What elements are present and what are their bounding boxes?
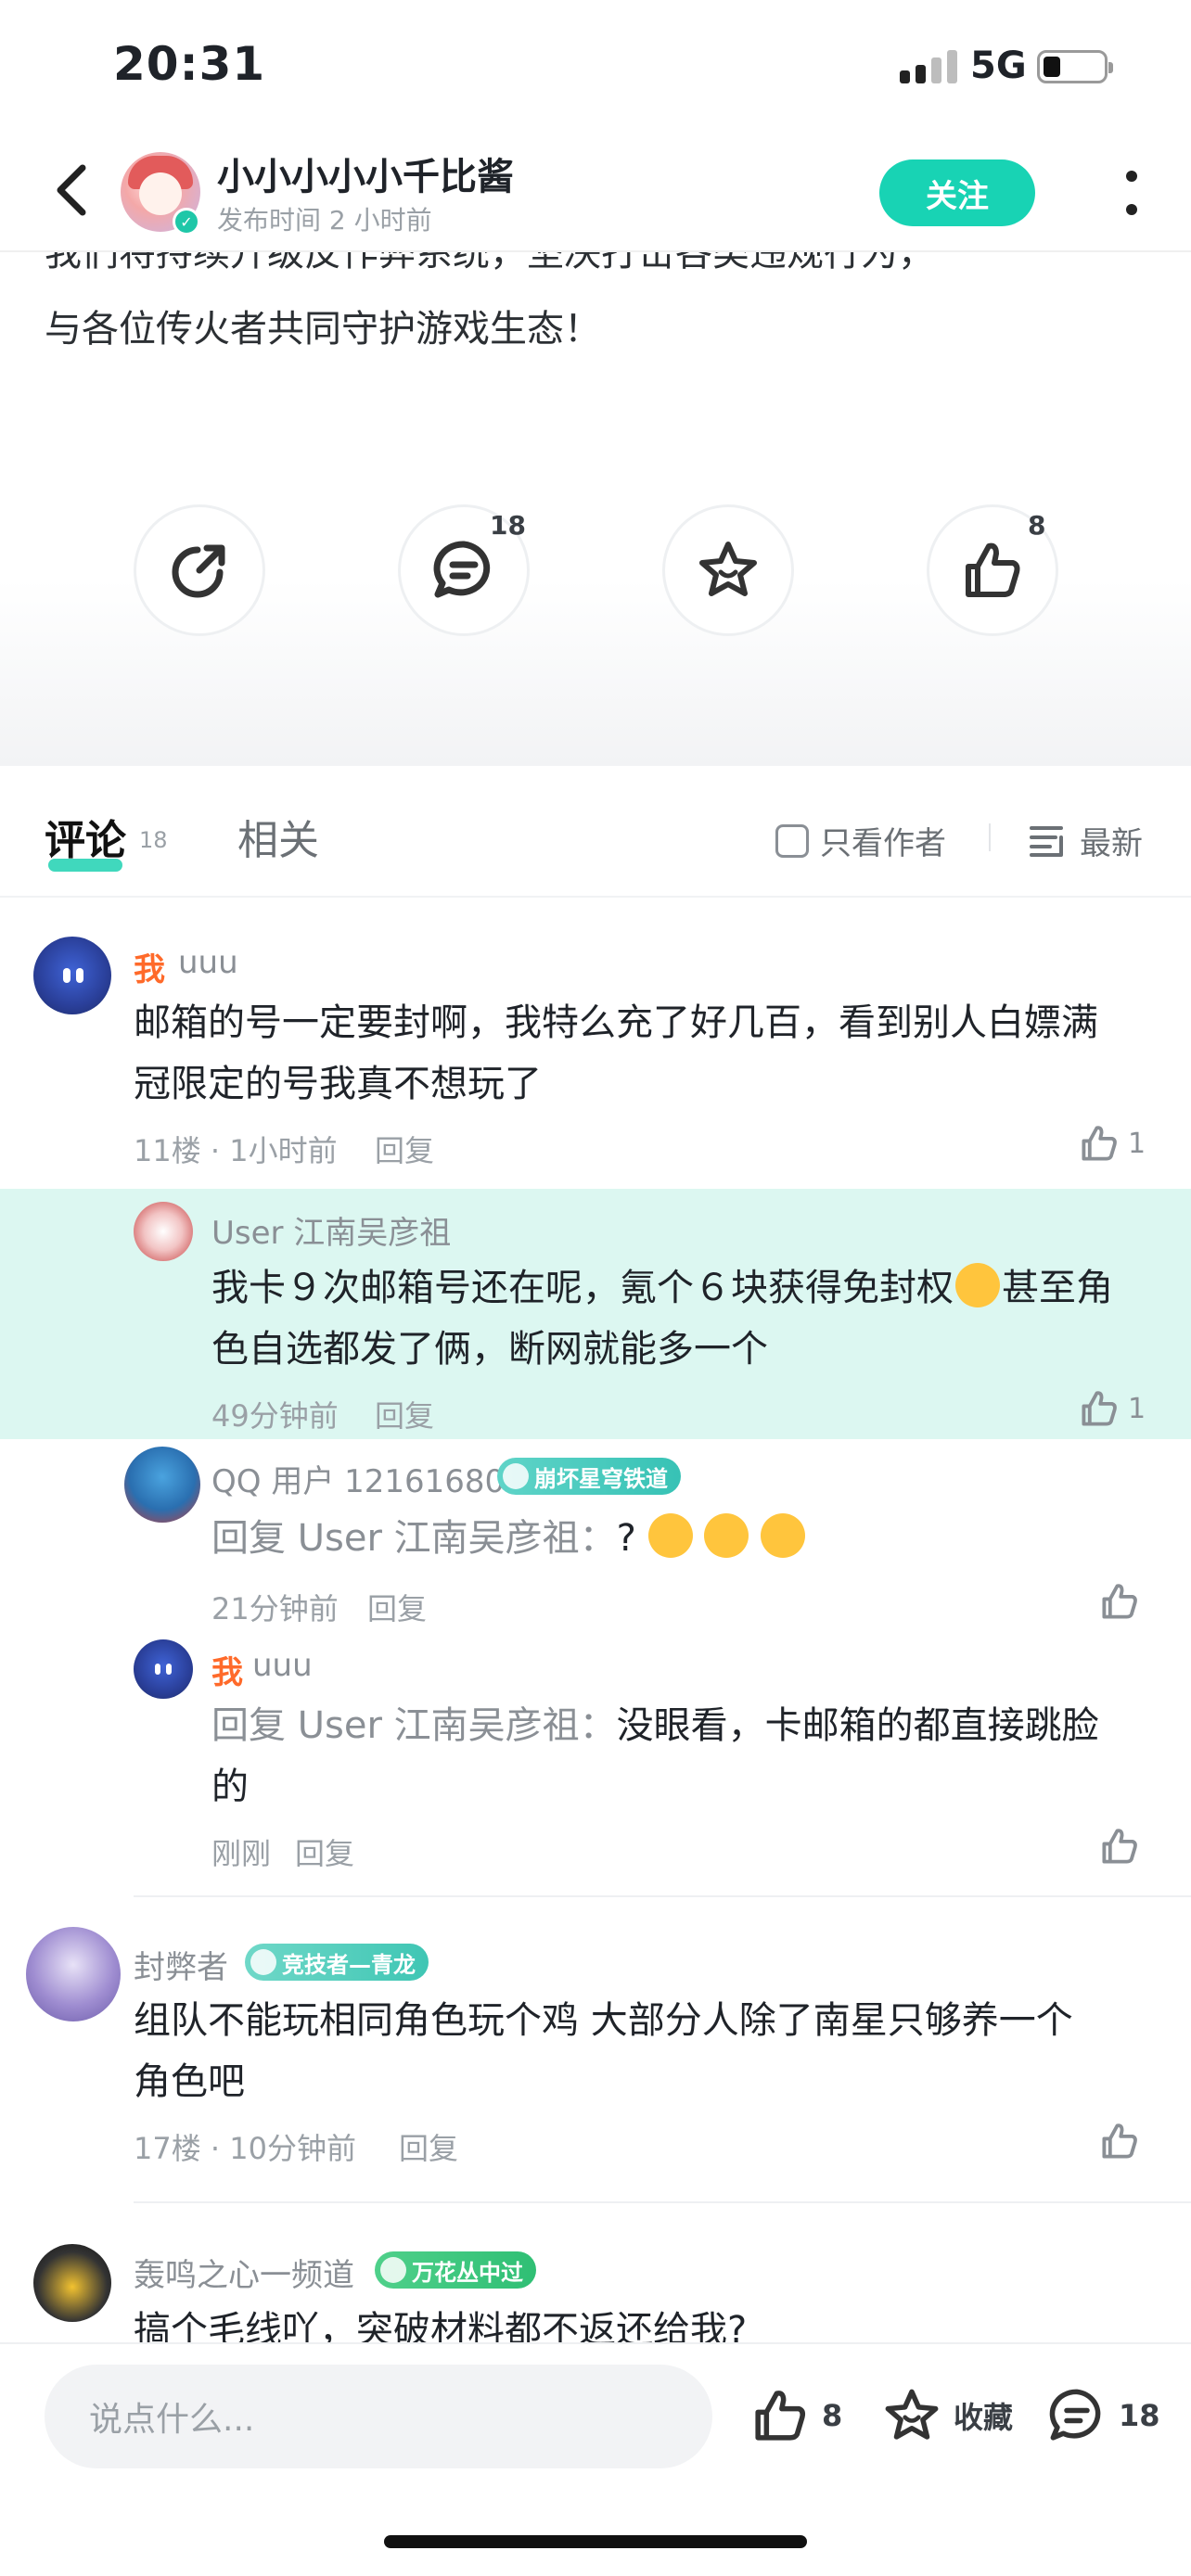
me-label: 我 (134, 951, 165, 988)
avatar[interactable] (33, 2244, 111, 2322)
thumbs-up-icon (1102, 1829, 1137, 1864)
comment-like-button[interactable]: 1 (1078, 1122, 1146, 1165)
only-author-toggle[interactable]: 只看作者 (775, 818, 946, 863)
status-bar: 20:31 5G (0, 0, 1191, 130)
title-badge: 万花丛中过 (375, 2251, 536, 2289)
comment-meta: 21分钟前 (211, 1591, 339, 1626)
bottom-comment-count: 18 (1119, 2398, 1160, 2433)
battery-icon (1037, 50, 1113, 83)
only-author-label: 只看作者 (820, 825, 946, 862)
share-icon (172, 544, 225, 598)
comment-icon (1049, 2389, 1101, 2441)
comment-like-button[interactable] (1098, 1825, 1141, 1868)
more-options-icon[interactable] (1113, 163, 1150, 223)
commenter-name[interactable]: uuu (178, 944, 238, 981)
thumbs-up-icon (1082, 1126, 1117, 1161)
author-name[interactable]: 小小小小小千比酱 (217, 147, 514, 200)
comment-like-button[interactable] (1098, 2120, 1141, 2162)
star-icon (699, 542, 757, 596)
follow-button[interactable]: 关注 (879, 159, 1035, 226)
comment-meta: 49分钟前 (211, 1398, 339, 1434)
avatar[interactable] (134, 1202, 193, 1261)
article-line: 与各位传火者共同守护游戏生态！ (45, 308, 601, 351)
checkbox[interactable] (775, 823, 809, 858)
badge-icon (250, 1949, 276, 1975)
thumbs-up-icon (1102, 1584, 1137, 1619)
separator (134, 2201, 1191, 2203)
rank-badge: 竞技者—青龙 (245, 1944, 429, 1981)
comment-like-button[interactable]: 1 (1078, 1387, 1146, 1430)
thumbs-up-icon (966, 542, 1020, 597)
like-count: 8 (1028, 510, 1046, 541)
comment-input[interactable]: 说点什么... (45, 2365, 712, 2468)
avatar[interactable] (33, 937, 111, 1014)
comment-text: 我卡９次邮箱号还在呢，氪个６块获得免封权 甚至角 色自选都发了俩，断网就能多一个 (211, 1257, 1167, 1380)
comment-like-count: 1 (1128, 1127, 1146, 1160)
bottom-comment-button[interactable]: 18 (1046, 2385, 1160, 2446)
comment-tabs: 评论 18 相关 只看作者 最新 (0, 766, 1191, 898)
status-time: 20:31 (113, 37, 266, 91)
badge-icon (503, 1463, 529, 1489)
commenter-name[interactable]: uuu (252, 1647, 313, 1684)
smirk-emoji-icon (955, 1263, 1000, 1307)
avatar[interactable] (26, 1927, 121, 2021)
commenter-name[interactable]: 轰鸣之心一频道 (134, 2250, 354, 2295)
game-badge: 崩坏星穹铁道 (497, 1458, 681, 1495)
comment-text: 回复 User 江南吴彦祖：没眼看，卡邮箱的都直接跳脸 的 (211, 1704, 1099, 1808)
separator (134, 1895, 1191, 1897)
comment-icon (433, 541, 491, 598)
reply-button[interactable]: 回复 (375, 1393, 434, 1435)
comment-like-count: 1 (1128, 1392, 1146, 1425)
me-label: 我 (211, 1654, 243, 1691)
sort-label: 最新 (1080, 825, 1143, 862)
tab-comments-count: 18 (139, 827, 168, 853)
share-button[interactable] (134, 504, 265, 636)
badge-icon (380, 2257, 406, 2283)
reply-button[interactable]: 回复 (367, 1586, 427, 1628)
thumbs-up-icon (1082, 1391, 1117, 1426)
comment-text: 组队不能玩相同角色玩个鸡 大部分人除了南星只够养一个 角色吧 (134, 1999, 1073, 2103)
bottom-like-button[interactable]: 8 (749, 2385, 842, 2446)
avatar[interactable] (134, 1639, 193, 1699)
network-label: 5G (970, 45, 1027, 87)
article-line: 我们将持续升级反作弊系统，坚决打击各类违规行为， (45, 252, 935, 274)
comment-meta: 刚刚 (211, 1836, 272, 1871)
favorite-button[interactable] (662, 504, 794, 636)
emoji-icon (761, 1513, 805, 1558)
post-time: 发布时间 2 小时前 (217, 205, 432, 236)
reply-button[interactable]: 回复 (399, 2125, 458, 2168)
sort-button[interactable]: 最新 (1030, 818, 1143, 863)
post-header: ✓ 小小小小小千比酱 发布时间 2 小时前 关注 (0, 130, 1191, 252)
comment-meta: 17楼 · 10分钟前 (134, 2131, 356, 2166)
comment-text: 回复 User 江南吴彦祖：? (211, 1508, 1167, 1569)
home-indicator[interactable] (384, 2535, 807, 2548)
verified-icon: ✓ (173, 208, 200, 236)
comment-like-button[interactable] (1098, 1580, 1141, 1623)
comment-text: 邮箱的号一定要封啊，我特么充了好几百，看到别人白嫖满 冠限定的号我真不想玩了 (134, 1001, 1098, 1105)
bottom-favorite-button[interactable]: 收藏 (881, 2385, 1013, 2446)
reply-button[interactable]: 回复 (295, 1830, 354, 1873)
post-actions: 18 8 (0, 427, 1191, 766)
signal-icon (900, 46, 957, 83)
emoji-icon (647, 1513, 693, 1558)
star-icon (885, 2389, 939, 2440)
favorite-label: 收藏 (954, 2400, 1014, 2435)
emoji-icon (704, 1513, 749, 1558)
commenter-name[interactable]: 封弊者 (134, 1942, 228, 1987)
reply-button[interactable]: 回复 (375, 1128, 434, 1170)
tab-comments[interactable]: 评论 (45, 807, 126, 866)
commenter-name[interactable]: QQ 用户 12161680 (211, 1456, 505, 1501)
commenter-name[interactable]: User 江南吴彦祖 (211, 1207, 451, 1253)
chevron-left-icon (57, 164, 86, 216)
thumbs-up-icon (1102, 2123, 1137, 2159)
comment-meta: 11楼 · 1小时前 (134, 1133, 338, 1168)
divider (989, 823, 991, 851)
avatar[interactable] (124, 1447, 200, 1523)
thumbs-up-icon (755, 2391, 806, 2441)
bottom-like-count: 8 (822, 2398, 843, 2433)
back-button[interactable] (41, 159, 102, 221)
comment-count: 18 (490, 510, 526, 541)
tab-related[interactable]: 相关 (237, 807, 319, 866)
sort-icon (1030, 825, 1063, 857)
